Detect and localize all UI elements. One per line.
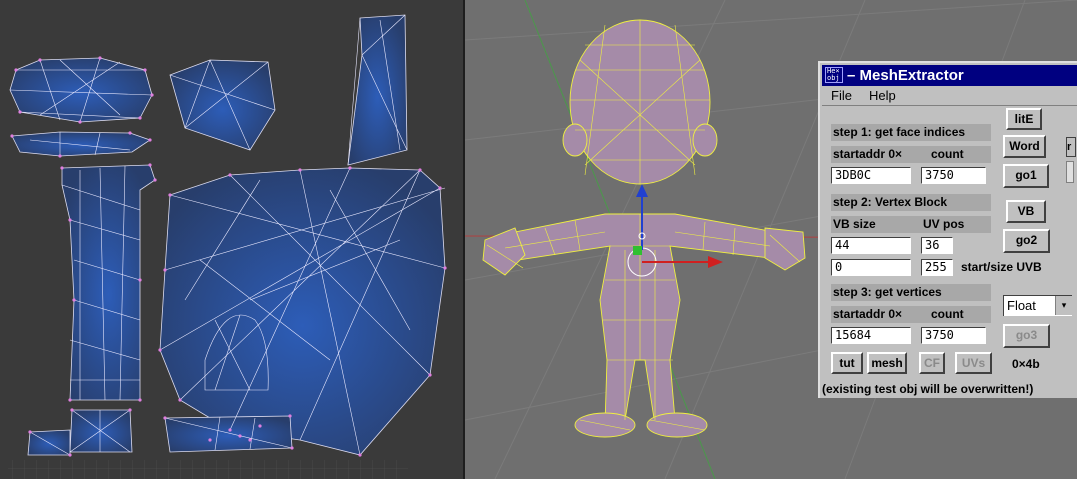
step2-vbsize-label: VB size [833, 217, 876, 231]
app-icon-text-bottom: obj [827, 74, 840, 82]
chevron-down-icon[interactable]: ▾ [1055, 296, 1072, 315]
status-message: (existing test obj will be overwritten!) [822, 382, 1034, 396]
word-button[interactable]: Word [1003, 135, 1046, 158]
step1-count-input[interactable]: 3750 [921, 167, 986, 184]
step1-startaddr-label: startaddr 0× [833, 147, 903, 161]
format-select[interactable]: Float ▾ [1003, 295, 1072, 316]
step2-start-input[interactable]: 0 [831, 259, 911, 276]
lite-button[interactable]: litE [1006, 108, 1042, 130]
uvs-button[interactable]: UVs [955, 352, 992, 374]
scrollbar-stub[interactable] [1066, 161, 1074, 183]
go2-button[interactable]: go2 [1003, 229, 1050, 253]
step3-startaddr-input[interactable]: 15684 [831, 327, 911, 344]
uv-editor-pane[interactable] [0, 0, 463, 479]
uv-islands [9, 14, 446, 456]
hex-readout: 0×4b [1012, 357, 1040, 371]
format-select-value: Float [1007, 298, 1036, 313]
x-axis-arrow-icon[interactable] [708, 256, 723, 268]
menu-file[interactable]: File [831, 88, 852, 104]
step2-size-input[interactable]: 255 [921, 259, 953, 276]
window-title: – MeshExtractor [847, 67, 964, 84]
character-mesh[interactable] [482, 19, 806, 438]
step3-count-input[interactable]: 3750 [921, 327, 986, 344]
go3-button[interactable]: go3 [1003, 324, 1050, 348]
cf-button[interactable]: CF [919, 352, 945, 374]
app-icon[interactable]: He× obj [825, 67, 843, 83]
uv-layout-canvas[interactable] [0, 0, 463, 479]
step2-vbsize-input[interactable]: 44 [831, 237, 911, 254]
step1-startaddr-input[interactable]: 3DB0C [831, 167, 911, 184]
step1-heading: step 1: get face indices [831, 124, 991, 141]
step2-heading: step 2: Vertex Block [831, 194, 991, 211]
step2-uvpos-label: UV pos [923, 217, 965, 231]
menu-help[interactable]: Help [869, 88, 896, 104]
tut-button[interactable]: tut [831, 352, 863, 374]
go1-button[interactable]: go1 [1003, 164, 1049, 188]
vb-button[interactable]: VB [1006, 200, 1046, 223]
side-stub-button[interactable]: r [1066, 137, 1076, 157]
meshextractor-window[interactable]: He× obj – MeshExtractor File Help step 1… [818, 61, 1077, 398]
step3-count-label: count [931, 307, 964, 321]
mesh-button[interactable]: mesh [867, 352, 907, 374]
step3-heading: step 3: get vertices [831, 284, 991, 301]
window-titlebar[interactable]: He× obj – MeshExtractor [822, 65, 1077, 86]
menu-bar: File Help [822, 87, 1077, 106]
step2-startsize-label: start/size UVB [961, 260, 1042, 274]
step1-count-label: count [931, 147, 964, 161]
step3-startaddr-label: startaddr 0× [833, 307, 903, 321]
z-axis-arrow-icon[interactable] [636, 184, 648, 197]
y-axis-handle-icon[interactable] [633, 246, 642, 255]
step2-uvpos-input[interactable]: 36 [921, 237, 953, 254]
